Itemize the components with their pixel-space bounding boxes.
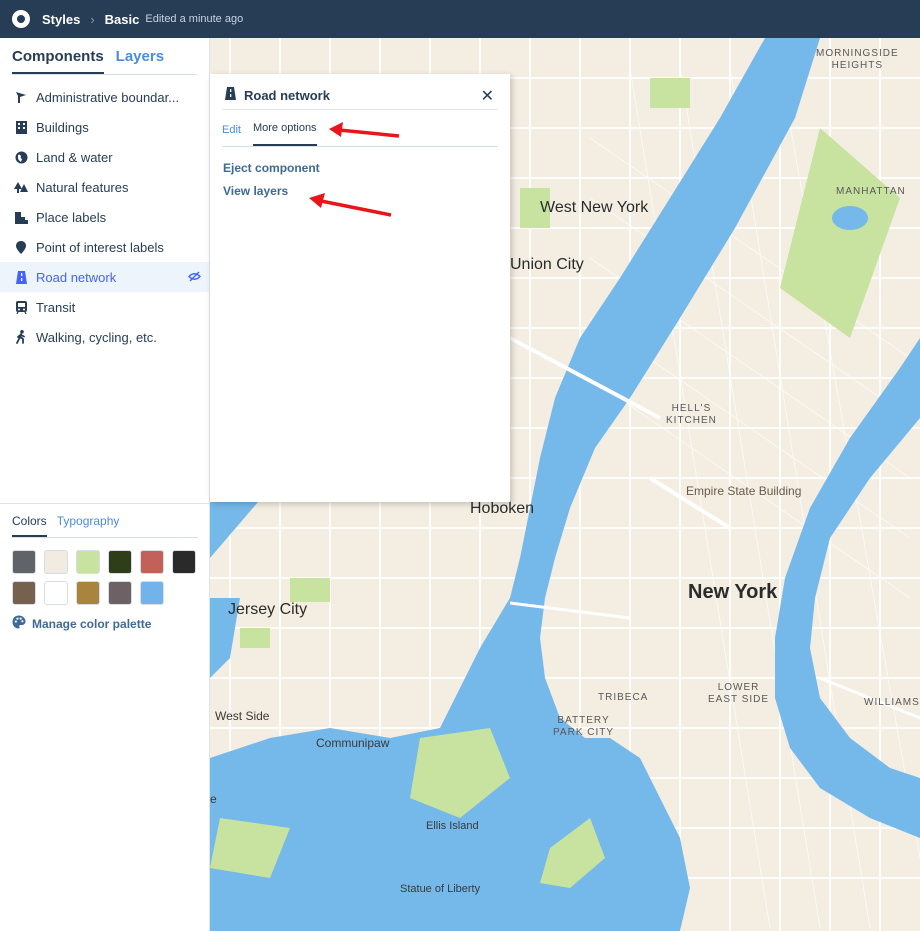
map-label-jersey-city: Jersey City xyxy=(228,601,308,618)
map-label-new-york: New York xyxy=(688,581,778,603)
color-swatch[interactable] xyxy=(12,550,36,574)
breadcrumb-styles[interactable]: Styles xyxy=(42,12,80,27)
pedestrian-icon xyxy=(13,329,29,345)
marker-icon xyxy=(13,239,29,255)
component-label: Administrative boundar... xyxy=(36,89,180,105)
map-label-west-new-york: West New York xyxy=(540,199,649,216)
map-label-tribeca: TRIBECA xyxy=(598,692,649,703)
component-label: Transit xyxy=(36,299,76,315)
color-swatch[interactable] xyxy=(12,581,36,605)
map-label-empire-state: Empire State Building xyxy=(686,484,802,498)
sidebar-tabs: Components Layers xyxy=(12,48,197,75)
map-label-hoboken: Hoboken xyxy=(470,500,535,517)
component-label: Walking, cycling, etc. xyxy=(36,329,157,345)
tab-edit[interactable]: Edit xyxy=(222,124,241,146)
map-label-union-city: Union City xyxy=(510,256,584,273)
map-label-communipaw: Communipaw xyxy=(316,736,390,750)
map-label-manhattan: MANHATTAN xyxy=(836,186,906,197)
map-label-williams: WILLIAMS xyxy=(864,697,920,708)
component-item-walking-cycling[interactable]: Walking, cycling, etc. xyxy=(0,322,209,352)
visibility-toggle-icon[interactable] xyxy=(188,270,201,283)
color-tabs: Colors Typography xyxy=(12,514,198,538)
component-item-transit[interactable]: Transit xyxy=(0,292,209,322)
component-label: Point of interest labels xyxy=(36,239,164,255)
city-icon xyxy=(13,209,29,225)
color-swatch[interactable] xyxy=(76,581,100,605)
component-item-place-labels[interactable]: Place labels xyxy=(0,202,209,232)
tab-colors[interactable]: Colors xyxy=(12,514,47,537)
color-swatches xyxy=(12,550,198,605)
flag-icon xyxy=(13,89,29,105)
road-icon xyxy=(225,86,236,105)
close-icon[interactable]: ✕ xyxy=(481,86,498,106)
sidebar: Components Layers Administrative boundar… xyxy=(0,38,210,931)
manage-color-palette-link[interactable]: Manage color palette xyxy=(12,615,198,632)
manage-label: Manage color palette xyxy=(32,616,152,631)
mapbox-logo-icon[interactable] xyxy=(12,10,30,28)
component-label: Place labels xyxy=(36,209,107,225)
component-label: Natural features xyxy=(36,179,129,195)
map-label-lower-east-side: LOWER EAST SIDE xyxy=(708,682,770,705)
popover-title: Road network xyxy=(244,88,330,103)
edited-status: Edited a minute ago xyxy=(145,13,244,25)
component-item-land-water[interactable]: Land & water xyxy=(0,142,209,172)
building-icon xyxy=(13,119,29,135)
map-label-morningside: MORNINGSIDE HEIGHTS xyxy=(816,48,899,71)
eject-component-link[interactable]: Eject component xyxy=(222,161,498,175)
palette-icon xyxy=(12,615,32,632)
colors-panel: Colors Typography Manage color palette xyxy=(0,503,210,642)
breadcrumb-style-name[interactable]: Basic xyxy=(105,12,140,27)
color-swatch[interactable] xyxy=(140,550,164,574)
train-icon xyxy=(13,299,29,315)
component-label: Land & water xyxy=(36,149,113,165)
chevron-right-icon: › xyxy=(90,11,95,27)
tab-typography[interactable]: Typography xyxy=(57,514,120,537)
component-list: Administrative boundar... Buildings Land… xyxy=(0,82,209,352)
color-swatch[interactable] xyxy=(172,550,196,574)
annotation-arrow-more-options xyxy=(329,122,400,138)
color-swatch[interactable] xyxy=(108,550,132,574)
annotation-arrow-view-layers xyxy=(309,193,392,217)
globe-icon xyxy=(13,149,29,165)
component-item-poi-labels[interactable]: Point of interest labels xyxy=(0,232,209,262)
component-label: Buildings xyxy=(36,119,89,135)
trees-icon xyxy=(13,179,29,195)
component-item-buildings[interactable]: Buildings xyxy=(0,112,209,142)
component-label: Road network xyxy=(36,269,117,285)
top-bar: Styles › Basic Edited a minute ago xyxy=(0,0,920,38)
color-swatch[interactable] xyxy=(108,581,132,605)
component-item-natural-features[interactable]: Natural features xyxy=(0,172,209,202)
map-label-edge: e xyxy=(210,792,217,806)
component-item-road-network[interactable]: Road network xyxy=(0,262,209,292)
map-label-hells-kitchen: HELL'S KITCHEN xyxy=(666,403,717,426)
map-label-statue-of-liberty: Statue of Liberty xyxy=(400,883,481,895)
tab-components[interactable]: Components xyxy=(12,48,104,74)
map-label-west-side: West Side xyxy=(215,709,270,723)
color-swatch[interactable] xyxy=(44,550,68,574)
tab-more-options[interactable]: More options xyxy=(252,122,317,146)
tab-layers[interactable]: Layers xyxy=(116,48,164,74)
popover-header: Road network ✕ xyxy=(222,82,498,110)
map-label-battery-park: BATTERY PARK CITY xyxy=(553,715,615,738)
color-swatch[interactable] xyxy=(44,581,68,605)
color-swatch[interactable] xyxy=(76,550,100,574)
road-icon xyxy=(13,269,29,285)
component-item-administrative[interactable]: Administrative boundar... xyxy=(0,82,209,112)
map-label-ellis-island: Ellis Island xyxy=(426,820,479,832)
color-swatch[interactable] xyxy=(140,581,164,605)
